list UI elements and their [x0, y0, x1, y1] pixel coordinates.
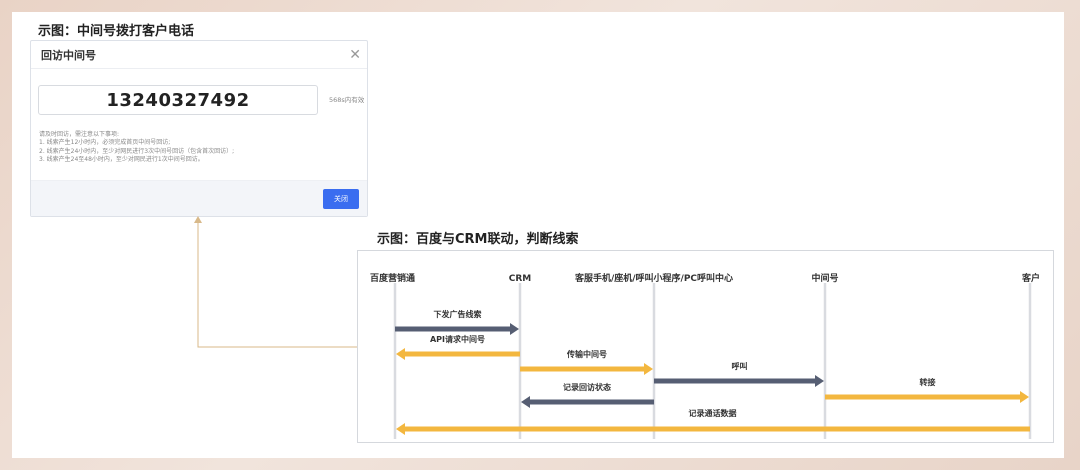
dialog-header: 回访中间号 ✕	[31, 41, 367, 69]
message-label: 记录回访状态	[563, 382, 611, 392]
participant-label: CRM	[509, 274, 532, 284]
note-line: 3. 线索产生24至48小时内，至少对网民进行1次中间号回访。	[39, 155, 204, 163]
message-arrow-head	[815, 375, 824, 387]
phone-number-display: 13240327492	[38, 85, 318, 115]
caption-dialog-figure: 示图：中间号拨打客户电话	[38, 24, 195, 39]
message-label: 下发广告线索	[434, 309, 482, 319]
sequence-svg: 百度营销通 CRM 客服手机/座机/呼叫小程序/PC呼叫中心 中间号 客户下发广告线索 A…	[370, 272, 1040, 439]
message-arrow-head	[644, 363, 653, 375]
message-arrow-head	[1020, 391, 1029, 403]
message-label: 呼叫	[732, 361, 748, 371]
close-icon[interactable]: ✕	[349, 48, 361, 62]
message-label: API请求中间号	[430, 334, 485, 344]
callback-dialog: 回访中间号 ✕ 13240327492 568s内有效 请及时回访，需注意以下事…	[30, 40, 368, 217]
notes-list: 请及时回访，需注意以下事项: 1. 线索产生12小时内，必须完成首页中间号回访;…	[31, 131, 367, 164]
message-label: 记录通话数据	[689, 408, 737, 418]
message-arrow-head	[510, 323, 519, 335]
dialog-title: 回访中间号	[41, 48, 96, 62]
dialog-footer: 关闭	[31, 180, 367, 216]
screenshot-canvas: 示图：中间号拨打客户电话 回访中间号 ✕ 13240327492 568s内有效…	[12, 12, 1064, 458]
message-label: 转接	[920, 377, 936, 387]
caption-sequence-figure: 示图：百度与CRM联动，判断线索	[377, 232, 579, 247]
validity-text: 568s内有效	[329, 96, 365, 104]
participant-label: 客户	[1021, 272, 1040, 284]
message-arrow-head	[521, 396, 530, 408]
phone-row: 13240327492 568s内有效	[31, 69, 367, 131]
participant-label: 中间号	[811, 272, 838, 284]
message-arrow-head	[396, 423, 405, 435]
participant-label: 客服手机/座机/呼叫小程序/PC呼叫中心	[574, 272, 733, 284]
message-label: 传输中间号	[566, 349, 607, 359]
participant-label: 百度营销通	[370, 272, 415, 284]
close-button[interactable]: 关闭	[323, 189, 359, 209]
note-line: 1. 线索产生12小时内，必须完成首页中间号回访;	[39, 139, 171, 147]
note-line: 2. 线索产生24小时内，至少对网民进行3次中间号回访（包含首次回访）;	[39, 147, 235, 155]
message-arrow-head	[396, 348, 405, 360]
sequence-diagram: 百度营销通 CRM 客服手机/座机/呼叫小程序/PC呼叫中心 中间号 客户下发广告线索 A…	[357, 250, 1054, 443]
